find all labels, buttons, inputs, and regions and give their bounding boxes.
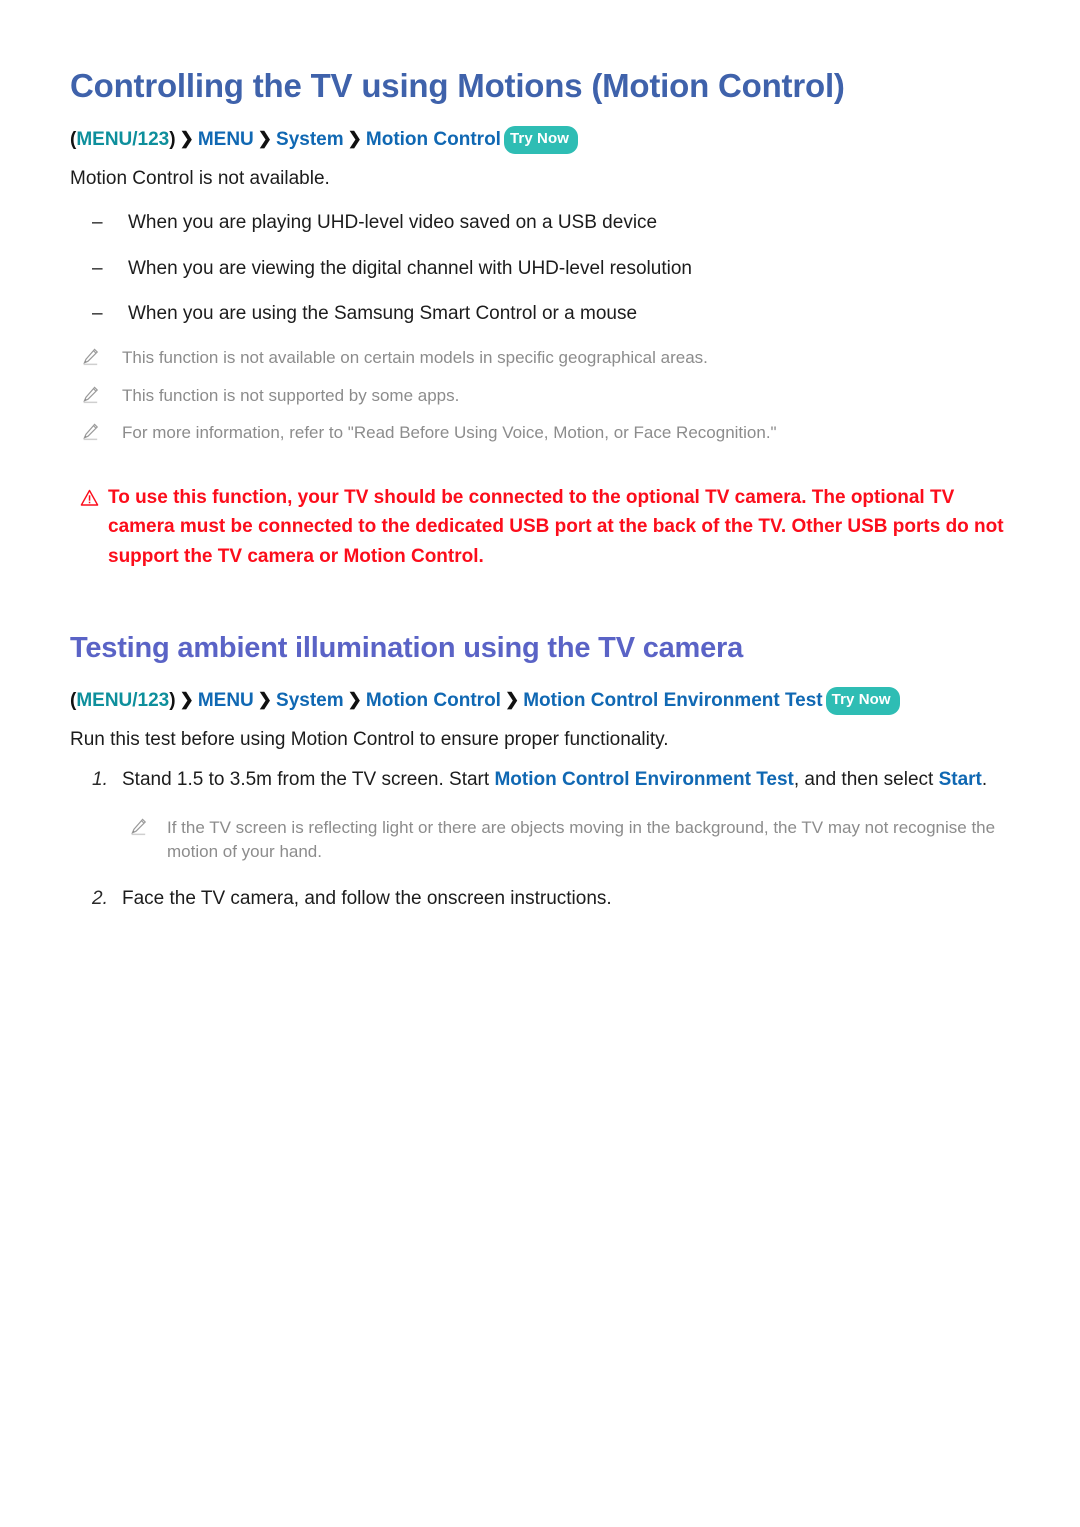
pencil-icon [70, 421, 122, 441]
chevron-right-icon: ❯ [257, 690, 273, 710]
note-text: If the TV screen is reflecting light or … [167, 817, 996, 862]
dash-bullet: – [92, 212, 103, 234]
breadcrumb-section2: (MENU/123) ❯ MENU ❯ System ❯ Motion Control ❯ Mo… [70, 687, 1010, 717]
breadcrumb-section1: (MENU/123) ❯ MENU ❯ System ❯ Motion Control Try… [70, 126, 1010, 156]
step-number: 1. [92, 769, 108, 791]
try-now-button[interactable]: Try Now [503, 126, 579, 154]
list-item: 1. Stand 1.5 to 3.5m from the TV screen.… [70, 766, 1010, 794]
pencil-icon [70, 384, 122, 404]
breadcrumb-item-menu[interactable]: MENU [198, 690, 254, 711]
step-text-middle: , and then select [793, 769, 939, 791]
note-text: This function is not supported by some a… [122, 385, 460, 405]
note-text: For more information, refer to "Read Bef… [122, 423, 777, 443]
note-item: This function is not available on certai… [70, 346, 1010, 371]
section2-steps-list: 1. Stand 1.5 to 3.5m from the TV screen.… [70, 766, 1010, 912]
chevron-right-icon: ❯ [179, 129, 194, 149]
list-item-label: When you are playing UHD-level video sav… [128, 212, 658, 234]
list-item: – When you are using the Samsung Smart C… [70, 300, 1010, 328]
warning-text: To use this function, your TV should be … [108, 486, 1004, 567]
pencil-icon [122, 816, 167, 836]
breadcrumb-close-paren: ) [169, 129, 176, 151]
breadcrumb-menu123-key[interactable]: MENU/123 [76, 129, 169, 150]
note-item: For more information, refer to "Read Bef… [70, 421, 1010, 446]
breadcrumb-item-menu[interactable]: MENU [198, 129, 254, 150]
breadcrumb-item-motion-control[interactable]: Motion Control [366, 690, 501, 711]
step-text: Face the TV camera, and follow the onscr… [122, 887, 612, 909]
dash-bullet: – [92, 303, 103, 325]
section1-intro-text: Motion Control is not available. [70, 167, 330, 189]
list-item-label: When you are viewing the digital channel… [128, 257, 692, 279]
step-text-before: Stand 1.5 to 3.5m from the TV screen. St… [122, 769, 495, 791]
chevron-right-icon: ❯ [347, 690, 362, 710]
section2-title: Testing ambient illumination using the T… [70, 632, 744, 665]
step-number: 2. [92, 887, 108, 909]
document-page: Controlling the TV using Motions (Motion… [0, 0, 1080, 1527]
breadcrumb-item-motion-control-environment-test[interactable]: Motion Control Environment Test [523, 690, 822, 711]
chevron-right-icon: ❯ [347, 129, 362, 149]
pencil-icon [70, 346, 122, 366]
note-item: This function is not supported by some a… [70, 384, 1010, 409]
link-motion-control-environment-test[interactable]: Motion Control Environment Test [494, 769, 793, 790]
breadcrumb-item-system[interactable]: System [276, 129, 344, 150]
step-text-after: . [981, 769, 988, 791]
breadcrumb-close-paren: ) [169, 690, 176, 712]
breadcrumb-item-system[interactable]: System [276, 690, 344, 711]
list-item: 2. Face the TV camera, and follow the on… [70, 885, 1010, 913]
dash-bullet: – [92, 257, 103, 279]
note-text: This function is not available on certai… [122, 347, 708, 367]
breadcrumb-item-motion-control[interactable]: Motion Control [366, 129, 501, 150]
breadcrumb-menu123-key[interactable]: MENU/123 [76, 690, 169, 711]
section1-conditions-list: – When you are playing UHD-level video s… [70, 209, 1010, 328]
link-start[interactable]: Start [939, 769, 982, 790]
warning-callout: To use this function, your TV should be … [70, 483, 1010, 571]
list-item: – When you are viewing the digital chann… [70, 255, 1010, 283]
chevron-right-icon: ❯ [504, 690, 520, 710]
list-item: – When you are playing UHD-level video s… [70, 209, 1010, 237]
chevron-right-icon: ❯ [257, 129, 273, 149]
try-now-button[interactable]: Try Now [825, 687, 900, 715]
note-item: If the TV screen is reflecting light or … [122, 816, 1010, 865]
section2-intro-text: Run this test before using Motion Contro… [70, 728, 669, 750]
step-text: Stand 1.5 to 3.5m from the TV screen. St… [122, 766, 1010, 794]
list-item-label: When you are using the Samsung Smart Con… [128, 303, 638, 325]
warning-triangle-icon [70, 483, 108, 516]
chevron-right-icon: ❯ [179, 690, 194, 710]
page-title: Controlling the TV using Motions (Motion… [70, 67, 845, 104]
